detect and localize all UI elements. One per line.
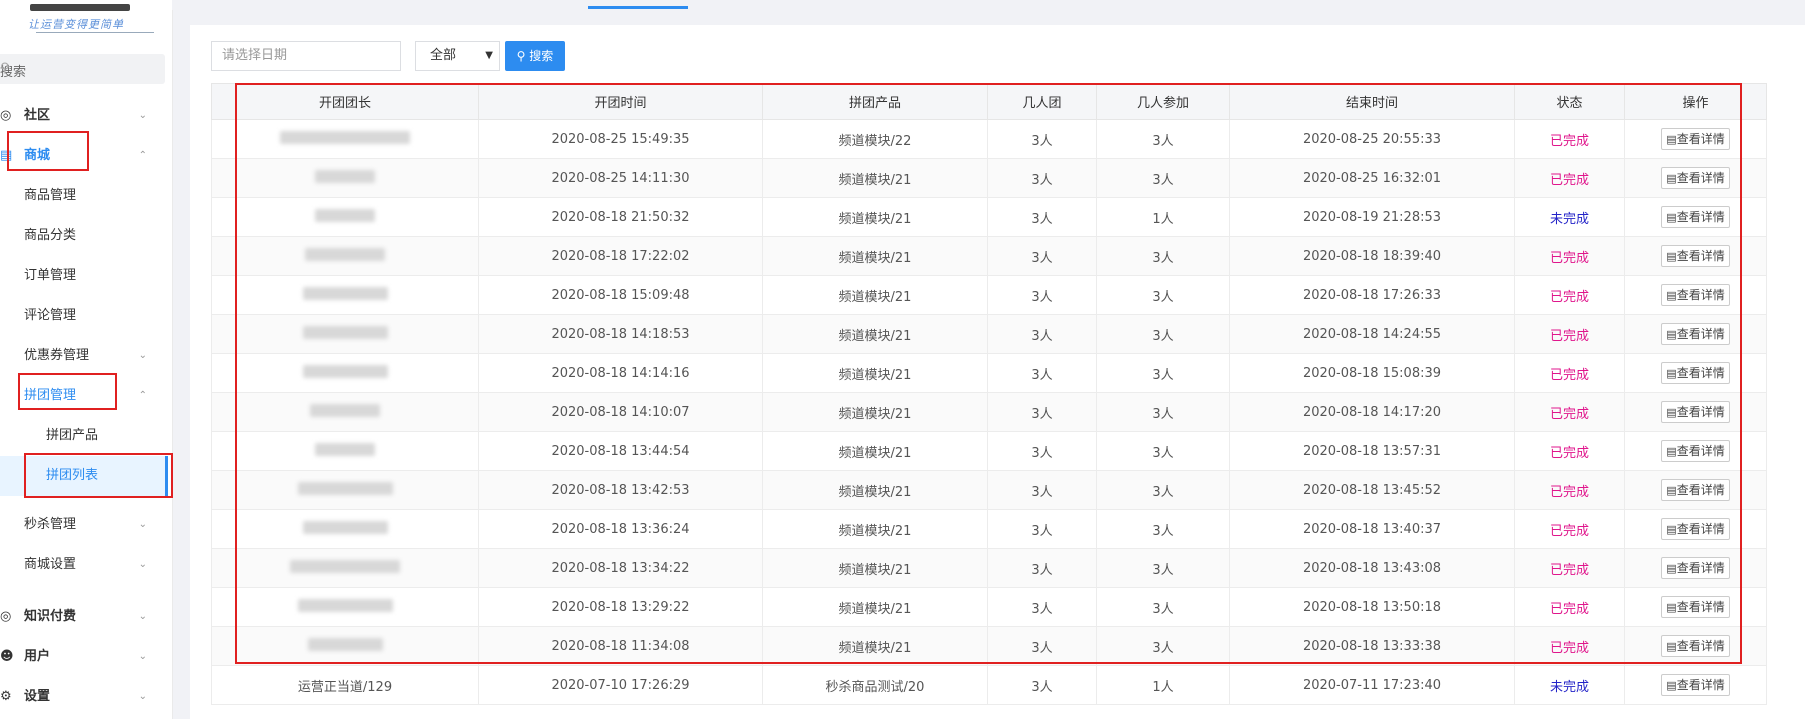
search-button[interactable]: ⚲ 搜索 [505, 41, 565, 71]
chevron-down-icon: ⌄ [138, 519, 147, 530]
sidebar: 让运营变得更简单 搜索 ⚲ ◎ 社区 ⌄ ▤ 商城 ⌃ 商品管理 商品分类 订单… [0, 0, 173, 719]
logo: 让运营变得更简单 [18, 4, 154, 34]
joined-cell-text: 1人 [1152, 679, 1174, 695]
sidebar-item-comment-mgmt[interactable]: 评论管理 [0, 298, 165, 334]
sidebar-item-settings[interactable]: ⚙ 设置 ⌄ [0, 679, 165, 715]
community-icon: ◎ [0, 108, 12, 123]
action-cell: ▤查看详情 [1624, 665, 1767, 705]
group-size-cell: 3人 [987, 665, 1097, 705]
date-picker-input[interactable]: 请选择日期 [211, 41, 401, 71]
view-details-button[interactable]: ▤查看详情 [1661, 674, 1730, 696]
top-strip [172, 0, 1805, 10]
sidebar-item-product-category[interactable]: 商品分类 [0, 218, 165, 254]
status-cell: 未完成 [1514, 665, 1625, 705]
status-select-value: 全部 [430, 48, 457, 63]
highlight-mall [7, 131, 89, 171]
logo-subtitle: 让运营变得更简单 [28, 18, 124, 31]
sidebar-item-mall-settings[interactable]: 商城设置 ⌄ [0, 547, 165, 583]
product-cell: 秒杀商品测试/20 [762, 665, 988, 705]
end-time-cell-text: 2020-07-11 17:23:40 [1302, 677, 1442, 693]
chevron-down-icon: ⌄ [138, 559, 147, 570]
chevron-down-icon: ⌄ [138, 691, 147, 702]
start-time-cell: 2020-07-10 17:26:29 [478, 665, 763, 705]
leader-cell-text: 运营正当道/129 [297, 679, 393, 695]
chevron-down-icon: ⌄ [138, 651, 147, 662]
chevron-down-icon: ⌄ [138, 110, 147, 121]
group-size-cell-text: 3人 [1031, 679, 1053, 695]
active-tab-indicator [588, 6, 688, 9]
chevron-down-icon: ▼ [485, 50, 493, 61]
chevron-up-icon: ⌃ [138, 150, 147, 161]
details-icon: ▤ [1666, 679, 1677, 692]
leader-cell: 运营正当道/129 [211, 665, 479, 705]
end-time-cell: 2020-07-11 17:23:40 [1229, 665, 1515, 705]
status-cell-text: 未完成 [1549, 679, 1589, 695]
sidebar-item-coupon-mgmt[interactable]: 优惠券管理 ⌄ [0, 338, 165, 374]
product-cell-text: 秒杀商品测试/20 [825, 679, 925, 695]
bulb-icon: ◎ [0, 609, 12, 624]
sidebar-item-order-mgmt[interactable]: 订单管理 [0, 258, 165, 294]
search-icon: ⚲ [516, 49, 526, 63]
highlight-group-buy-mgmt [18, 373, 117, 410]
status-select[interactable]: 全部 ▼ [415, 41, 500, 71]
sidebar-item-community[interactable]: ◎ 社区 ⌄ [0, 98, 165, 134]
chevron-down-icon: ⌄ [138, 611, 147, 622]
gear-icon: ⚙ [0, 689, 12, 704]
search-button-label: 搜索 [529, 49, 554, 63]
view-details-label: 查看详情 [1676, 678, 1725, 692]
chevron-down-icon: ⌄ [138, 350, 147, 361]
search-icon: ⚲ [0, 61, 10, 76]
sidebar-item-users[interactable]: ☻ 用户 ⌄ [0, 639, 165, 675]
sidebar-item-knowledge-pay[interactable]: ◎ 知识付费 ⌄ [0, 599, 165, 635]
table-row: 运营正当道/129 2020-07-10 17:26:29 秒杀商品测试/20 3人 1… [211, 665, 1767, 705]
chevron-up-icon: ⌃ [138, 390, 147, 401]
joined-cell: 1人 [1096, 665, 1230, 705]
start-time-cell-text: 2020-07-10 17:26:29 [551, 677, 690, 693]
sidebar-search[interactable]: 搜索 ⚲ [0, 54, 165, 84]
sidebar-item-group-buy-products[interactable]: 拼团产品 [0, 418, 165, 454]
highlight-group-buy-list [24, 453, 173, 498]
sidebar-item-product-mgmt[interactable]: 商品管理 [0, 178, 165, 214]
sidebar-item-flash-sale-mgmt[interactable]: 秒杀管理 ⌄ [0, 507, 165, 543]
user-icon: ☻ [0, 649, 14, 664]
highlight-table-rows [235, 83, 1742, 664]
